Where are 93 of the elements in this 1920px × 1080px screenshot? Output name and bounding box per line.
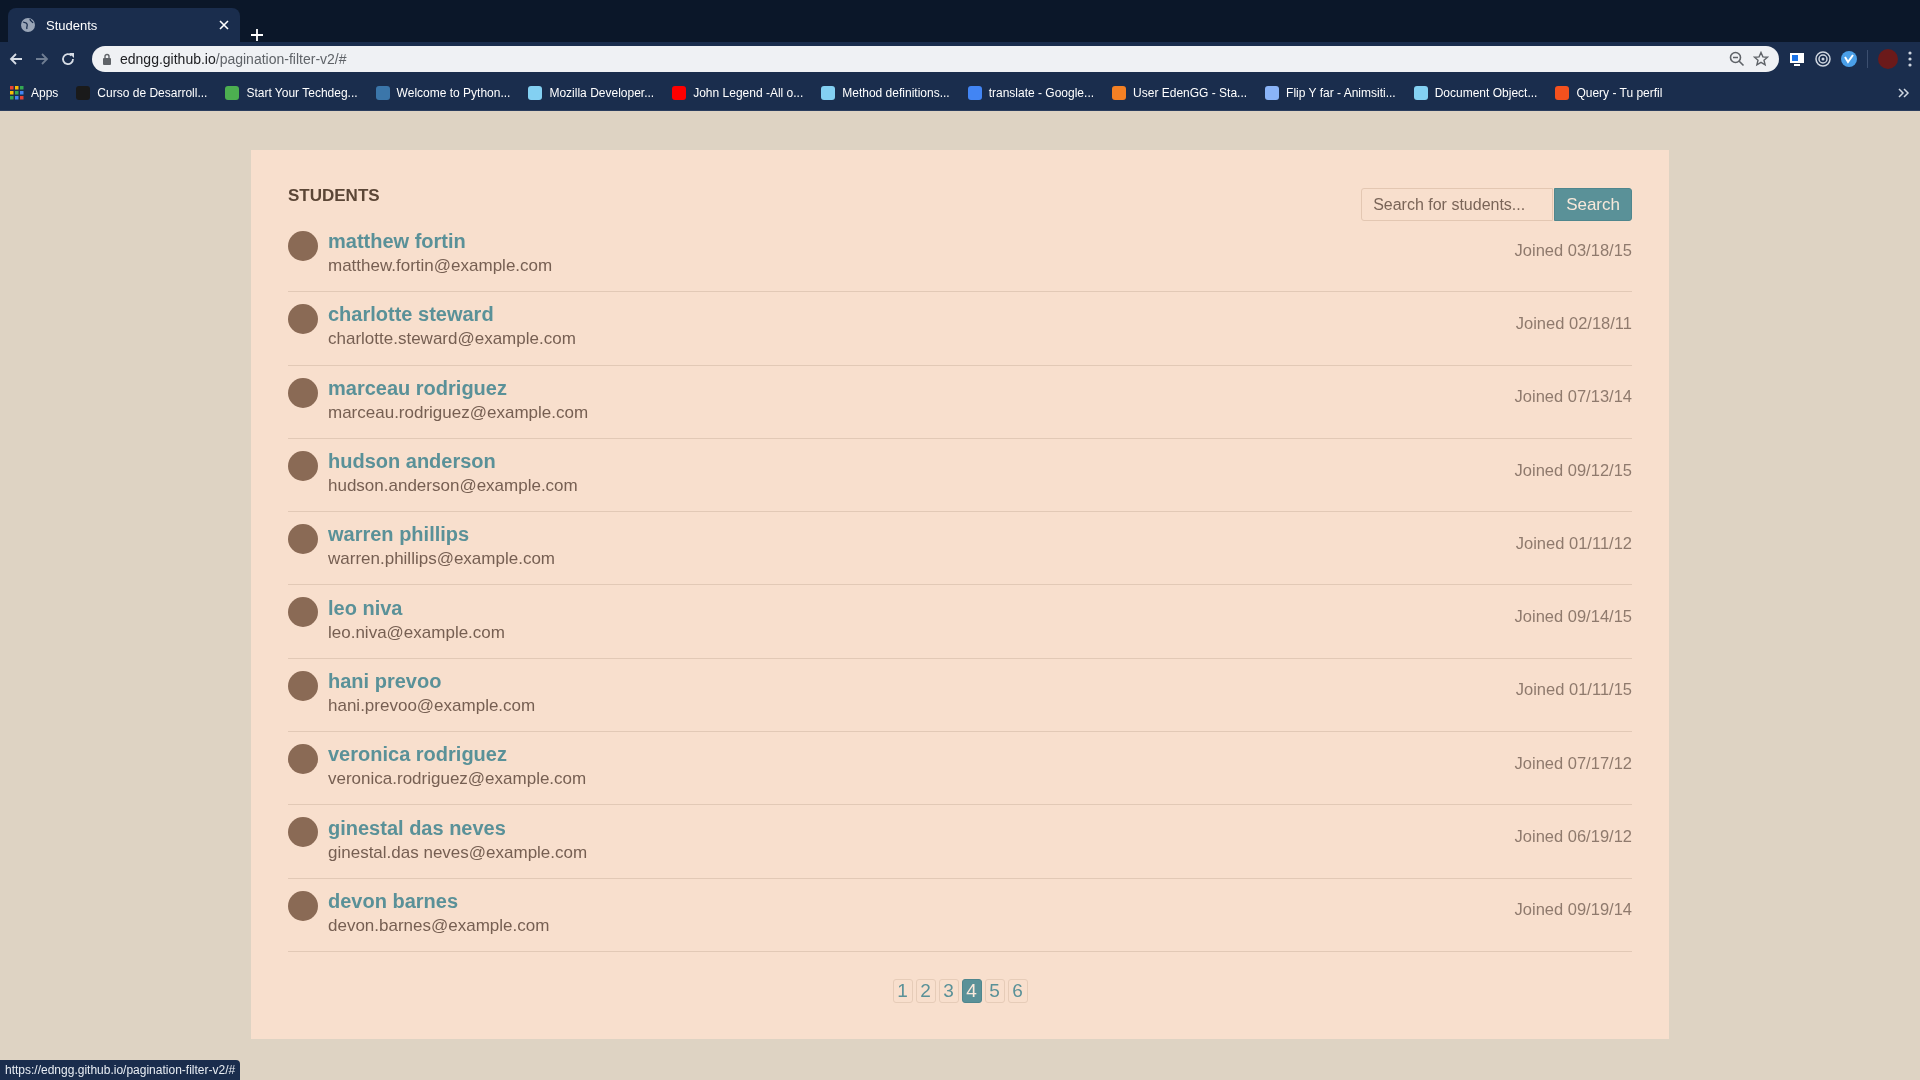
search-field[interactable]: Search for students...: [1361, 188, 1554, 221]
site-favicon-icon: [672, 86, 687, 100]
star-icon[interactable]: [1753, 51, 1769, 67]
student-email: marceau.rodriguez@example.com: [328, 402, 590, 423]
zoom-out-icon[interactable]: [1729, 51, 1745, 67]
student-email: hudson.anderson@example.com: [328, 476, 579, 497]
target-icon[interactable]: [1815, 51, 1831, 67]
joined-date: Joined 07/17/12: [1514, 753, 1632, 773]
page-link[interactable]: 4: [961, 978, 982, 1003]
page-heading: STUDENTS: [288, 186, 380, 206]
bookmark[interactable]: John Legend -All o...: [672, 86, 804, 100]
site-favicon-icon: [821, 86, 836, 100]
student-email: hani.prevoo@example.com: [328, 695, 537, 716]
avatar: [288, 817, 318, 848]
student-name[interactable]: ginestal das neves: [328, 816, 506, 840]
bookmark[interactable]: Flip Y far - Animsiti...: [1265, 86, 1396, 100]
joined-date: Joined 02/18/11: [1515, 313, 1632, 333]
avatar: [288, 597, 318, 628]
student-email: matthew.fortin@example.com: [328, 256, 554, 277]
student-email: ginestal.das neves@example.com: [328, 842, 589, 863]
site-favicon-icon: [1413, 86, 1428, 100]
joined-date: Joined 06/19/12: [1514, 827, 1632, 846]
student-name[interactable]: hani prevoo: [328, 669, 442, 693]
avatar: [288, 524, 318, 555]
close-icon[interactable]: [218, 19, 230, 31]
page-link[interactable]: 1: [892, 978, 913, 1003]
back-icon[interactable]: [8, 51, 24, 67]
student-name[interactable]: charlotte steward: [328, 303, 494, 327]
avatar: [288, 890, 318, 921]
student-name[interactable]: devon barnes: [328, 889, 459, 913]
url-path: /pagination-filter-v2/#: [215, 51, 347, 67]
student-name[interactable]: hudson anderson: [328, 450, 496, 474]
new-tab-icon[interactable]: [250, 28, 264, 42]
tab-title: Students: [46, 17, 99, 33]
joined-date: Joined 03/18/15: [1514, 240, 1632, 260]
site-favicon-icon: [375, 86, 390, 100]
joined-date: Joined 09/19/14: [1514, 900, 1632, 920]
avatar: [288, 377, 318, 408]
avatar: [288, 744, 318, 775]
avatar: [288, 450, 318, 481]
lock-icon: [102, 53, 112, 65]
bookmark[interactable]: Start Your Techdeg...: [225, 86, 358, 100]
bookmark[interactable]: Curso de Desarroll...: [76, 86, 208, 100]
student-name[interactable]: veronica rodriguez: [328, 743, 507, 767]
reload-icon[interactable]: [60, 51, 76, 67]
bookmark[interactable]: Document Object...: [1413, 86, 1538, 100]
avatar: [288, 304, 318, 335]
check-badge-icon[interactable]: [1841, 51, 1857, 67]
bookmark[interactable]: Query - Tu perfil: [1555, 86, 1663, 100]
student-email: leo.niva@example.com: [328, 622, 506, 643]
menu-icon[interactable]: [1908, 51, 1912, 67]
browser-tab[interactable]: Students: [8, 8, 240, 42]
page-link[interactable]: 3: [938, 978, 959, 1003]
bookmark[interactable]: User EdenGG - Sta...: [1112, 86, 1248, 100]
joined-date: Joined 07/13/14: [1514, 387, 1632, 407]
student-name[interactable]: warren phillips: [328, 523, 470, 547]
page-link[interactable]: 2: [915, 978, 936, 1003]
page-link[interactable]: 5: [984, 978, 1005, 1003]
bookmark[interactable]: Welcome to Python...: [375, 86, 511, 100]
url-host: edngg.github.io: [120, 51, 216, 67]
site-favicon-icon: [1555, 86, 1570, 100]
address-bar[interactable]: edngg.github.io/pagination-filter-v2/#: [92, 46, 1779, 72]
site-favicon-icon: [1112, 86, 1127, 100]
bookmark[interactable]: Apps: [10, 86, 59, 100]
student-name[interactable]: leo niva: [328, 596, 403, 620]
avatar: [288, 231, 318, 261]
student-name[interactable]: matthew fortin: [328, 230, 466, 254]
student-email: warren.phillips@example.com: [328, 549, 556, 570]
joined-date: Joined 09/12/15: [1514, 460, 1632, 480]
avatar: [288, 670, 318, 701]
student-email: devon.barnes@example.com: [328, 915, 551, 936]
student-email: veronica.rodriguez@example.com: [328, 769, 588, 790]
chevrons-icon[interactable]: [1898, 88, 1910, 98]
student-name[interactable]: marceau rodriguez: [328, 376, 507, 400]
site-favicon-icon: [967, 86, 982, 100]
site-favicon-icon: [76, 86, 91, 100]
bookmark[interactable]: Mozilla Developer...: [528, 86, 655, 100]
joined-date: Joined 09/14/15: [1514, 607, 1632, 627]
apps-grid-icon: [10, 86, 24, 100]
globe-icon: [20, 17, 36, 33]
search-button[interactable]: Search: [1554, 188, 1632, 221]
site-favicon-icon: [528, 86, 543, 100]
bookmark[interactable]: translate - Google...: [967, 86, 1095, 100]
student-email: charlotte.steward@example.com: [328, 329, 577, 350]
monitor-icon[interactable]: [1789, 51, 1805, 67]
site-favicon-icon: [225, 86, 240, 100]
joined-date: Joined 01/11/15: [1515, 680, 1632, 700]
status-url: https://edngg.github.io/pagination-filter-v2/#: [0, 1060, 241, 1080]
page-link[interactable]: 6: [1007, 978, 1028, 1003]
forward-icon[interactable]: [34, 51, 50, 67]
site-favicon-icon: [1265, 86, 1280, 100]
joined-date: Joined 01/11/12: [1515, 533, 1632, 553]
bookmark[interactable]: Method definitions...: [821, 86, 950, 100]
